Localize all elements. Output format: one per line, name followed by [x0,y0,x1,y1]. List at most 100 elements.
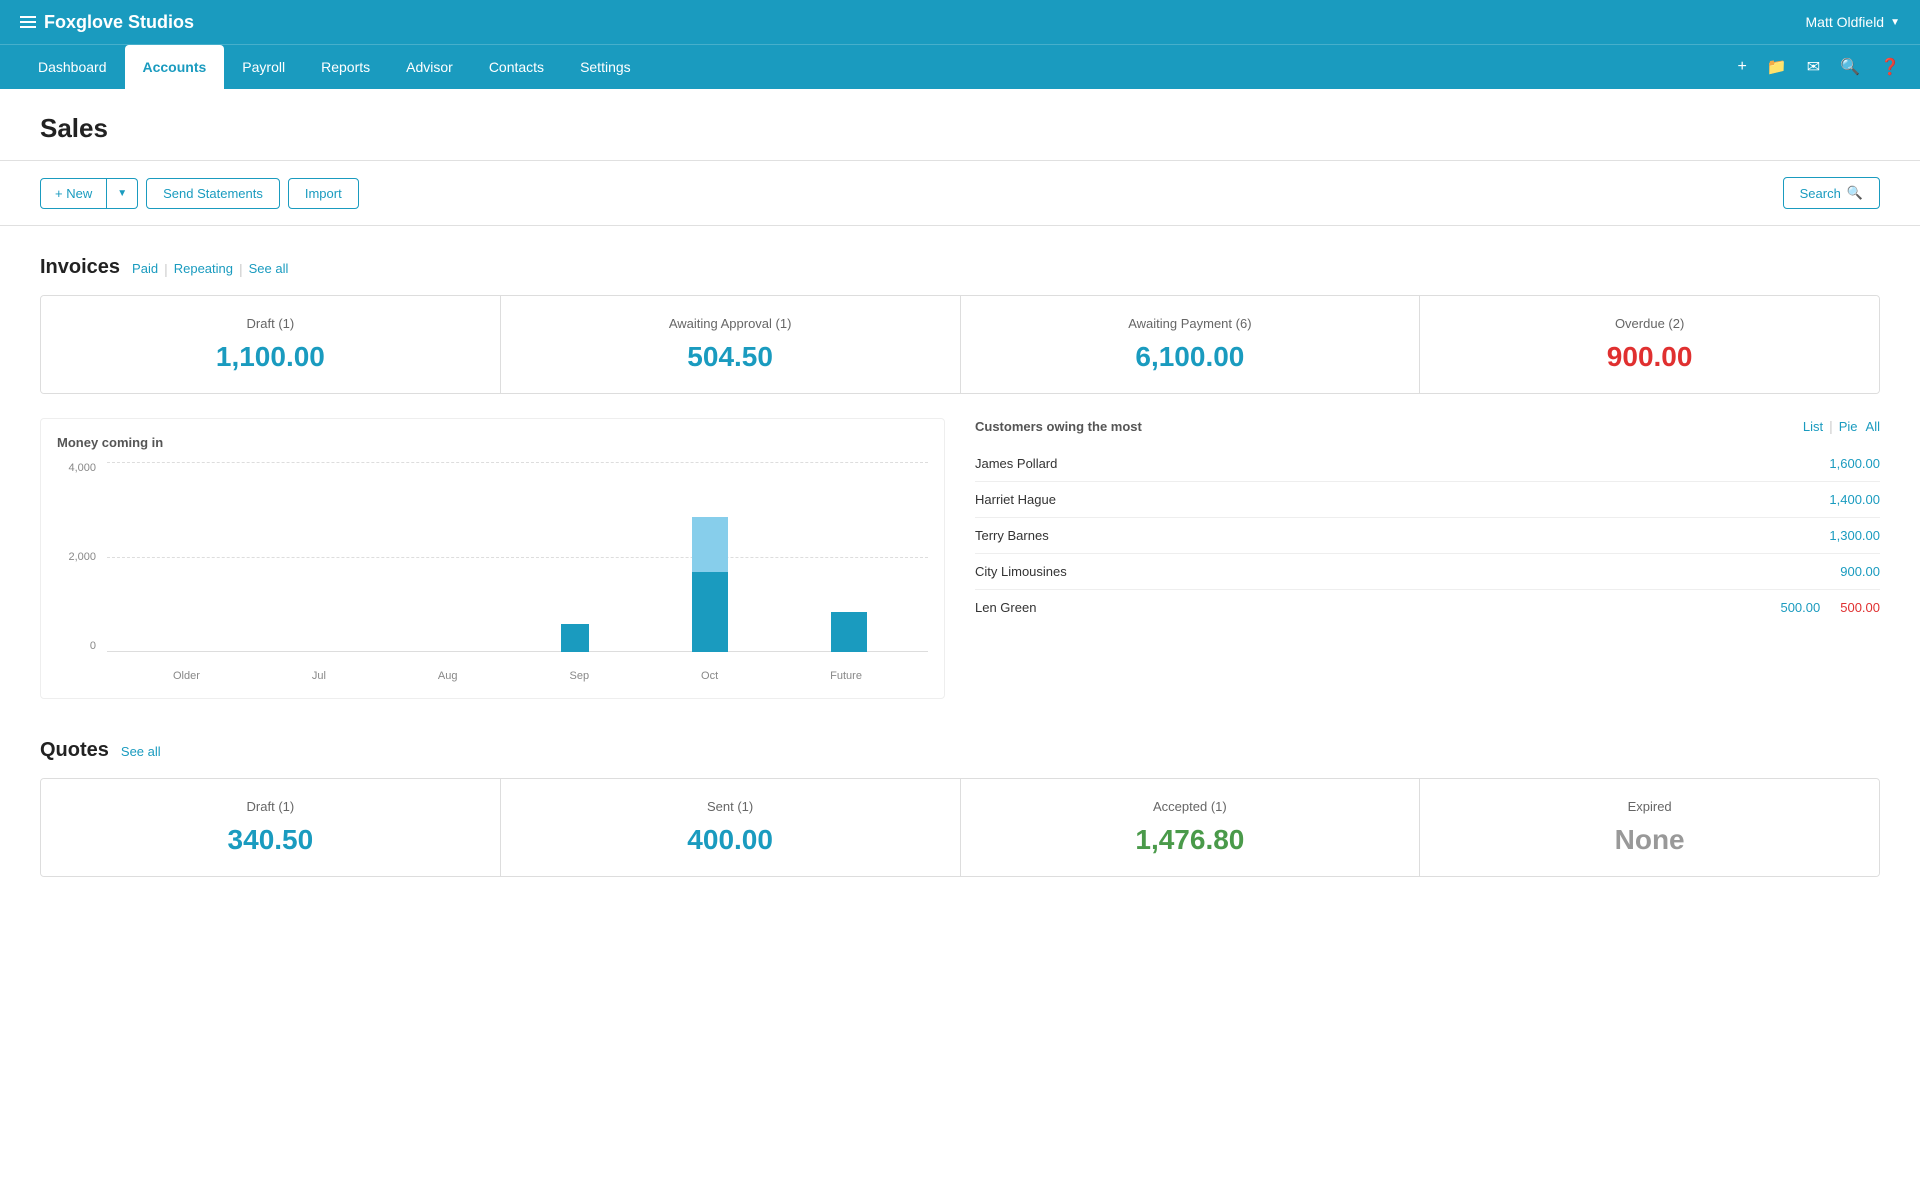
bar-oct [692,517,728,652]
invoice-card-awaiting-payment[interactable]: Awaiting Payment (6) 6,100.00 [961,296,1421,393]
customer-amount-3: 900.00 [1840,564,1880,579]
customer-overdue-4: 500.00 [1840,600,1880,615]
nav-item-accounts[interactable]: Accounts [125,45,225,89]
quote-cards: Draft (1) 340.50 Sent (1) 400.00 Accepte… [40,778,1880,877]
y-label-2000: 2,000 [68,551,96,563]
y-label-4000: 4,000 [68,462,96,474]
invoice-approval-value: 504.50 [521,341,940,373]
customers-list-view[interactable]: List [1803,419,1823,434]
y-label-0: 0 [90,640,96,652]
search-button[interactable]: Search 🔍 [1783,177,1880,209]
customer-amount-2: 1,300.00 [1829,528,1880,543]
quote-draft-label: Draft (1) [61,799,480,814]
customer-name-0: James Pollard [975,456,1057,471]
search-nav-icon[interactable]: 🔍 [1840,57,1860,77]
customers-all-link[interactable]: All [1866,419,1880,434]
customer-amounts-2: 1,300.00 [1829,528,1880,543]
nav-item-settings[interactable]: Settings [562,45,649,89]
help-icon[interactable]: ❓ [1880,57,1900,77]
sep2: | [239,261,243,277]
customer-name-2: Terry Barnes [975,528,1049,543]
quote-sent-label: Sent (1) [521,799,940,814]
quotes-see-all-link[interactable]: See all [121,744,161,759]
nav-item-contacts[interactable]: Contacts [471,45,562,89]
customers-pie-view[interactable]: Pie [1839,419,1858,434]
bar-sep [561,624,589,652]
invoices-section-header: Invoices Paid | Repeating | See all [40,256,1880,279]
new-button[interactable]: + New [40,178,107,209]
new-button-group: + New ▼ [40,178,138,209]
invoices-link-repeating[interactable]: Repeating [174,261,233,276]
invoice-card-awaiting-approval[interactable]: Awaiting Approval (1) 504.50 [501,296,961,393]
import-button[interactable]: Import [288,178,359,209]
send-statements-button[interactable]: Send Statements [146,178,280,209]
customer-amount-0: 1,600.00 [1829,456,1880,471]
quote-card-sent[interactable]: Sent (1) 400.00 [501,779,961,876]
nav-item-reports[interactable]: Reports [303,45,388,89]
quote-card-draft[interactable]: Draft (1) 340.50 [41,779,501,876]
quote-accepted-label: Accepted (1) [981,799,1400,814]
view-sep: | [1829,418,1833,434]
toolbar-right: Search 🔍 [1783,177,1880,209]
app-logo: Foxglove Studios [20,12,194,33]
customer-name-1: Harriet Hague [975,492,1056,507]
customer-amounts-1: 1,400.00 [1829,492,1880,507]
company-name: Foxglove Studios [44,12,194,33]
toolbar-left: + New ▼ Send Statements Import [40,178,359,209]
customer-amounts-3: 900.00 [1840,564,1880,579]
top-bar-left: Foxglove Studios [20,12,194,33]
bar-future [831,612,867,652]
invoice-payment-label: Awaiting Payment (6) [981,316,1400,331]
main-content: Invoices Paid | Repeating | See all Draf… [0,226,1920,947]
money-coming-in-chart: Money coming in 4,000 2,000 0 [40,418,945,699]
customer-row-1: Harriet Hague 1,400.00 [975,482,1880,518]
quote-expired-value: None [1440,824,1859,856]
invoices-chart-section: Money coming in 4,000 2,000 0 [40,418,1880,699]
nav-left: Dashboard Accounts Payroll Reports Advis… [20,45,649,89]
customer-row-0: James Pollard 1,600.00 [975,446,1880,482]
nav-item-dashboard[interactable]: Dashboard [20,45,125,89]
page-header: Sales [0,89,1920,161]
quotes-title: Quotes [40,739,109,762]
quote-card-expired[interactable]: Expired None [1420,779,1879,876]
quote-sent-value: 400.00 [521,824,940,856]
user-name: Matt Oldfield [1806,14,1885,30]
logo-icon [20,16,36,28]
customer-row-3: City Limousines 900.00 [975,554,1880,590]
invoices-link-see-all[interactable]: See all [249,261,289,276]
invoices-links: Paid | Repeating | See all [132,261,288,277]
add-icon[interactable]: + [1737,58,1746,76]
customers-header: Customers owing the most List | Pie All [975,418,1880,434]
invoices-title: Invoices [40,256,120,279]
invoice-card-draft[interactable]: Draft (1) 1,100.00 [41,296,501,393]
x-label-future: Future [830,670,862,682]
invoice-draft-value: 1,100.00 [61,341,480,373]
invoice-card-overdue[interactable]: Overdue (2) 900.00 [1420,296,1879,393]
invoice-draft-label: Draft (1) [61,316,480,331]
customer-amounts-0: 1,600.00 [1829,456,1880,471]
quote-card-accepted[interactable]: Accepted (1) 1,476.80 [961,779,1421,876]
x-label-sep: Sep [569,670,589,682]
invoices-link-paid[interactable]: Paid [132,261,158,276]
nav-bar: Dashboard Accounts Payroll Reports Advis… [0,44,1920,89]
x-label-oct: Oct [701,670,718,682]
customer-name-4: Len Green [975,600,1036,615]
nav-item-payroll[interactable]: Payroll [224,45,303,89]
customer-amount-1: 1,400.00 [1829,492,1880,507]
folder-icon[interactable]: 📁 [1767,57,1787,77]
quotes-section: Quotes See all Draft (1) 340.50 Sent (1)… [40,739,1880,877]
mail-icon[interactable]: ✉ [1807,57,1820,77]
quote-accepted-value: 1,476.80 [981,824,1400,856]
invoice-overdue-value: 900.00 [1440,341,1859,373]
top-bar-right: Matt Oldfield ▼ [1806,14,1901,30]
customers-view-links: List | Pie [1803,418,1858,434]
customer-row-4: Len Green 500.00 500.00 [975,590,1880,625]
invoices-section: Invoices Paid | Repeating | See all Draf… [40,256,1880,699]
user-dropdown-arrow[interactable]: ▼ [1890,17,1900,28]
quote-expired-label: Expired [1440,799,1859,814]
customers-col: Customers owing the most List | Pie All [975,418,1880,699]
customer-amount-4: 500.00 [1780,600,1820,615]
nav-item-advisor[interactable]: Advisor [388,45,471,89]
new-dropdown-button[interactable]: ▼ [107,178,138,209]
invoice-payment-value: 6,100.00 [981,341,1400,373]
